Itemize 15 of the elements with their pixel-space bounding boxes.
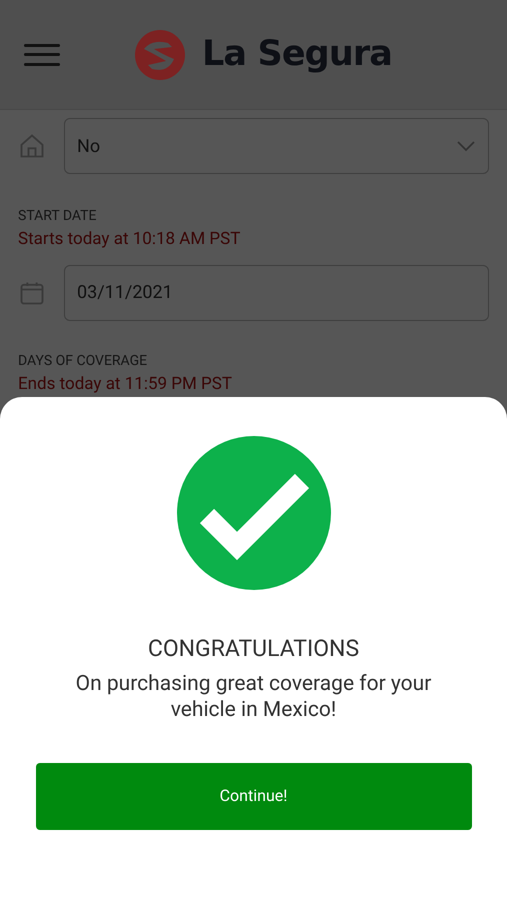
start-note: Starts today at 10:18 AM PST	[18, 228, 242, 251]
field-label: START DATE	[18, 207, 98, 226]
date-field[interactable]: 03/11/2021	[64, 264, 489, 320]
logo-icon	[134, 28, 186, 80]
menu-icon[interactable]	[24, 42, 60, 68]
continue-button[interactable]: Continue!	[36, 762, 472, 830]
chevron-down-icon	[456, 140, 476, 152]
home-icon	[18, 132, 46, 160]
dialog-message: On purchasing great coverage for your vehicle in Mexico!	[74, 670, 432, 722]
checkmark-icon	[176, 436, 330, 590]
field-label: DAYS OF COVERAGE	[18, 352, 148, 370]
dialog-title: CONGRATULATIONS	[148, 634, 360, 664]
select-field[interactable]: No	[64, 118, 489, 174]
brand-name: La Segura	[202, 33, 392, 76]
coverage-note: Ends today at 11:59 PM PST	[18, 372, 234, 396]
